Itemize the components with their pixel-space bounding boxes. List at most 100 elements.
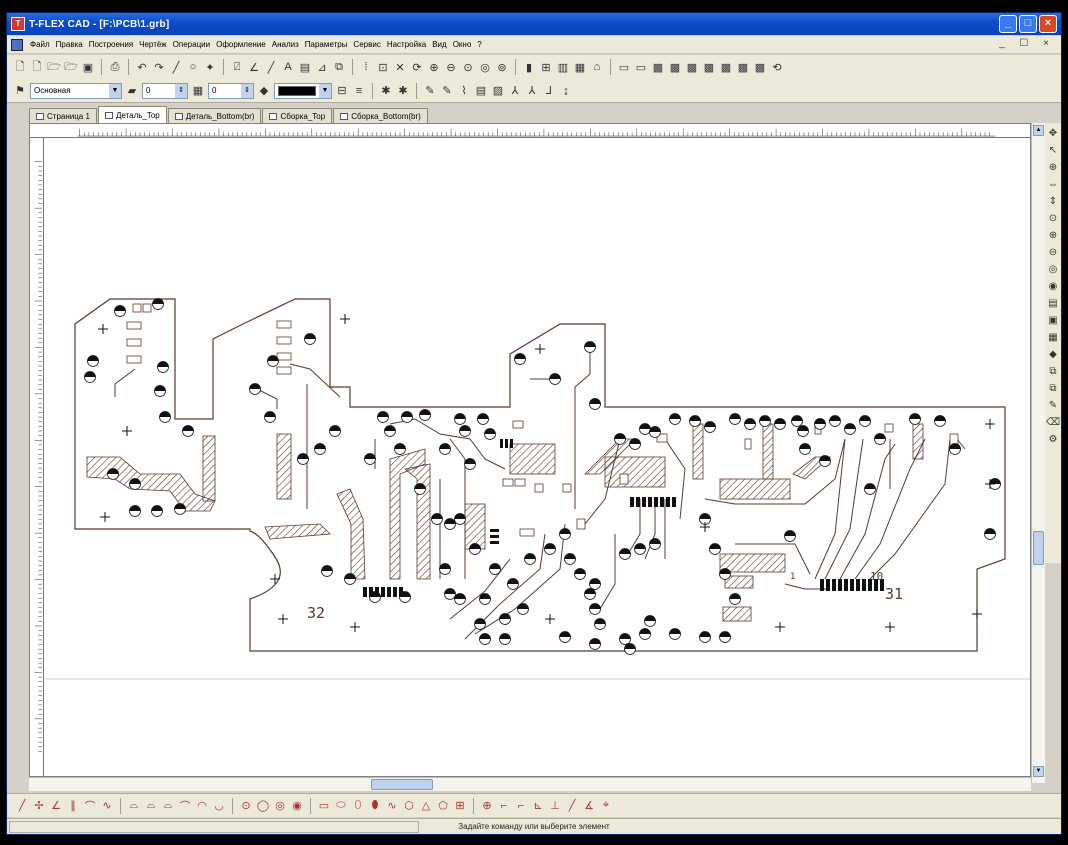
arc-radius-icon[interactable]: ⌒ (178, 799, 192, 813)
node-offset-icon[interactable]: ⌐ (514, 799, 528, 813)
spinner-arrows-icon[interactable]: ⇕ (175, 83, 187, 98)
tab-detail-bottom[interactable]: Деталь_Bottom(br) (167, 108, 262, 123)
title-bar[interactable]: T T-FLEX CAD - [F:\PCB\1.grb] _ □ × (7, 13, 1061, 35)
print-icon[interactable]: ⎙ (108, 60, 122, 74)
maximize-button[interactable]: □ (1019, 15, 1037, 33)
zoom-in-icon[interactable]: ⊕ (1047, 229, 1060, 241)
polygon-icon[interactable]: ⬡ (402, 799, 416, 813)
zoom-all-icon[interactable]: ◎ (478, 60, 492, 74)
text-icon[interactable]: A (281, 60, 295, 74)
layers-view-icon[interactable]: ▤ (1047, 297, 1060, 309)
vertical-scroll-thumb[interactable] (1033, 531, 1044, 565)
fit-height-icon[interactable]: ⇕ (1047, 195, 1060, 207)
arc-center-icon[interactable]: ⌓ (161, 799, 175, 813)
select-filter-icon[interactable]: ✎ (423, 84, 437, 98)
view-left-icon[interactable]: ▩ (685, 60, 699, 74)
color-pick-icon[interactable]: ◆ (257, 84, 271, 98)
node-project-icon[interactable]: ⌐ (497, 799, 511, 813)
color-select[interactable]: ▼ (274, 82, 332, 99)
hatch-icon[interactable]: ⍁ (230, 60, 244, 74)
table-cmd-icon[interactable]: ⊞ (453, 799, 467, 813)
select-hatch-icon[interactable]: ▨ (491, 84, 505, 98)
document-icon[interactable] (11, 38, 23, 51)
lock-icon[interactable]: ▮ (522, 60, 536, 74)
arc-cmd-icon[interactable]: ⌒ (83, 799, 97, 813)
new-3d-icon[interactable]: 🗋 (30, 60, 44, 74)
zoom-in-icon[interactable]: ⊕ (427, 60, 441, 74)
fit-width-icon[interactable]: ⇔ (1047, 178, 1060, 190)
zoom-window-icon[interactable]: ⊙ (1047, 212, 1060, 224)
select-fragments-icon[interactable]: ↨ (559, 84, 573, 98)
horizontal-scroll-thumb[interactable] (371, 779, 433, 790)
window-cascade-icon[interactable]: ▭ (634, 60, 648, 74)
circle-center-icon[interactable]: ⊙ (239, 799, 253, 813)
menu-file[interactable]: Файл (27, 40, 53, 49)
new-file-icon[interactable]: 🗋 (13, 60, 27, 74)
view-right-icon[interactable]: ▩ (702, 60, 716, 74)
line-type-icon[interactable]: ⊟ (335, 84, 349, 98)
zoom-icon[interactable]: ⊕ (1047, 161, 1060, 173)
select-lines-icon[interactable]: ⌇ (457, 84, 471, 98)
zoom-window-icon[interactable]: ⊙ (461, 60, 475, 74)
view-front-icon[interactable]: ▩ (651, 60, 665, 74)
ellipse-rotate-icon[interactable]: ⬮ (368, 799, 382, 813)
node-intersect-icon[interactable]: ⊕ (480, 799, 494, 813)
circle-concentric-icon[interactable]: ◉ (290, 799, 304, 813)
zoom-previous-icon[interactable]: ◎ (1047, 263, 1060, 275)
circle-icon[interactable]: ○ (186, 60, 200, 74)
close-button[interactable]: × (1039, 15, 1057, 33)
clear-icon[interactable]: ⌫ (1046, 416, 1060, 428)
node-perp-icon[interactable]: ⊥ (548, 799, 562, 813)
circle-three-icon[interactable]: ◎ (273, 799, 287, 813)
arc-tangent-icon[interactable]: ⌓ (127, 799, 141, 813)
tab-assembly-top[interactable]: Сборка_Top (262, 108, 333, 123)
chevron-down-icon[interactable]: ▼ (319, 83, 331, 98)
angle-cmd-icon[interactable]: ∠ (49, 799, 63, 813)
menu-view[interactable]: Вид (429, 40, 449, 49)
sketch-icon[interactable]: ╱ (264, 60, 278, 74)
zoom-all-icon[interactable]: ◉ (1047, 280, 1060, 292)
rotate-icon[interactable]: ⟲ (770, 60, 784, 74)
view-bottom-icon[interactable]: ▩ (753, 60, 767, 74)
snap-node-icon[interactable]: ✱ (396, 84, 410, 98)
model-icon[interactable]: ⊡ (376, 60, 390, 74)
redo-icon[interactable]: ↷ (152, 60, 166, 74)
refresh-icon[interactable]: ⟳ (410, 60, 424, 74)
tab-detail-top[interactable]: Деталь_Top (97, 106, 167, 123)
node-ray-icon[interactable]: ⊾ (531, 799, 545, 813)
menu-parameters[interactable]: Параметры (302, 40, 351, 49)
layer-settings-icon[interactable]: ⚑ (13, 84, 27, 98)
scroll-up-button[interactable]: ▲ (1033, 125, 1044, 136)
copy-icon[interactable]: ⧉ (1047, 365, 1060, 377)
zoom-out-icon[interactable]: ⊖ (1047, 246, 1060, 258)
filter-icon[interactable]: ⚙ (1047, 433, 1060, 445)
level-spinner[interactable]: 0 ⇕ (142, 82, 188, 99)
pcb-layout[interactable]: 32 31 10 1 (45, 139, 1030, 777)
view-settings-icon[interactable]: ▣ (1047, 314, 1060, 326)
line-cmd-icon[interactable]: ╱ (15, 799, 29, 813)
dimension-icon[interactable]: ⊿ (315, 60, 329, 74)
vertical-scrollbar[interactable]: ▲ ▼ (1031, 123, 1045, 783)
menu-drawing[interactable]: Чертёж (136, 40, 170, 49)
ellipse-axis-icon[interactable]: ⬯ (351, 799, 365, 813)
pan-icon[interactable]: ✥ (1047, 127, 1060, 139)
app-icon[interactable]: T (11, 17, 25, 31)
select-dims-icon[interactable]: ⅄ (508, 84, 522, 98)
graphic-line-icon[interactable]: ∠ (247, 60, 261, 74)
menu-operations[interactable]: Операции (170, 40, 213, 49)
menu-analysis[interactable]: Анализ (269, 40, 302, 49)
select-filter2-icon[interactable]: ✎ (440, 84, 454, 98)
ellipse-icon[interactable]: ⬭ (334, 799, 348, 813)
open-recent-icon[interactable]: 🗁 (64, 60, 78, 74)
view-back-icon[interactable]: ▩ (736, 60, 750, 74)
arc-fillet-icon[interactable]: ◠ (195, 799, 209, 813)
menu-window[interactable]: Окно (450, 40, 475, 49)
variables-icon[interactable]: ⁞ (359, 60, 373, 74)
tab-page-1[interactable]: Страница 1 (29, 108, 97, 123)
layers-icon[interactable]: ▥ (556, 60, 570, 74)
chevron-down-icon[interactable]: ▼ (109, 83, 121, 98)
style-spinner[interactable]: 0 ⇕ (208, 82, 254, 99)
pentagon-icon[interactable]: ⬠ (436, 799, 450, 813)
spinner-arrows-icon[interactable]: ⇕ (241, 83, 253, 98)
properties-icon[interactable]: ▦ (573, 60, 587, 74)
